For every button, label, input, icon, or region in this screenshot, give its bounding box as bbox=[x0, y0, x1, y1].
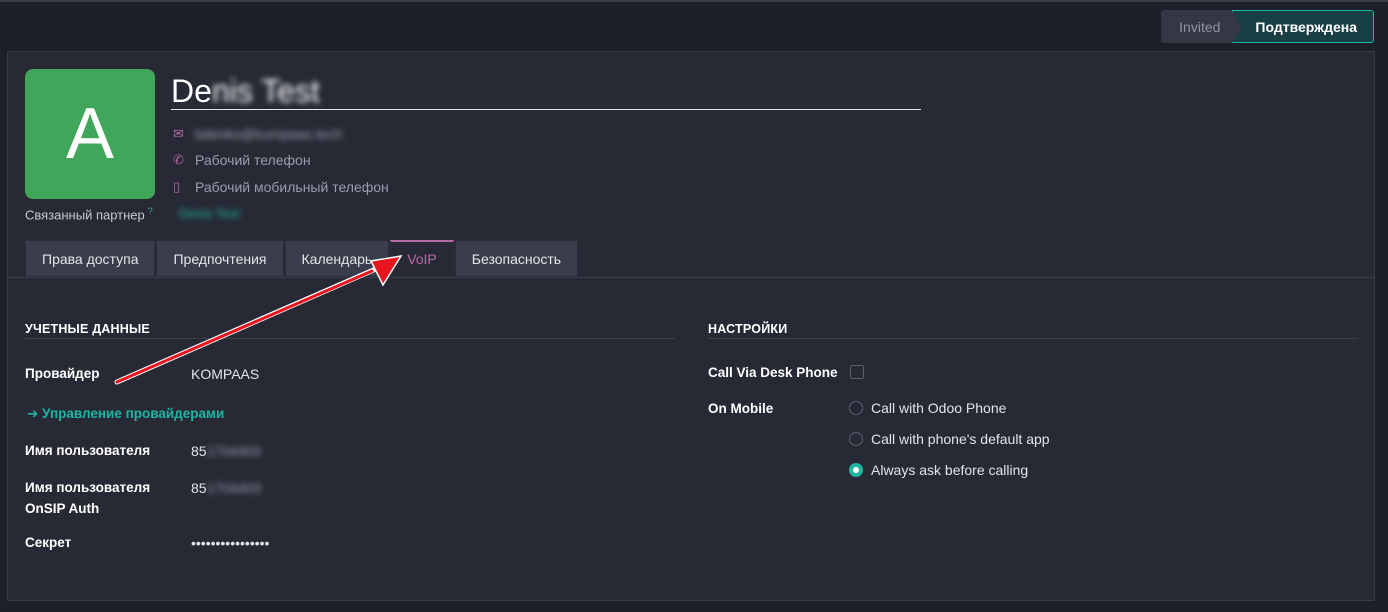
partner-label-text: Связанный партнер bbox=[25, 207, 145, 223]
avatar-letter: A bbox=[65, 94, 115, 174]
envelope-icon: ✉ bbox=[173, 126, 184, 141]
secret-label: Секрет bbox=[25, 535, 72, 550]
tab-bar: Права доступа Предпочтения Календарь VoI… bbox=[25, 240, 579, 277]
settings-divider bbox=[708, 338, 1358, 339]
provider-label: Провайдер bbox=[25, 366, 100, 381]
help-icon[interactable]: ? bbox=[148, 206, 153, 216]
onsip-auth-visible: 85 bbox=[191, 480, 207, 496]
username-field[interactable]: 851704403 bbox=[191, 443, 261, 459]
stage-invited[interactable]: Invited bbox=[1161, 10, 1233, 43]
credentials-title: УЧЕТНЫЕ ДАННЫЕ bbox=[25, 322, 150, 336]
tab-security[interactable]: Безопасность bbox=[454, 240, 579, 277]
name-blurred: nis Test bbox=[211, 73, 320, 109]
tab-access-rights[interactable]: Права доступа bbox=[25, 240, 156, 277]
name-visible: De bbox=[171, 73, 212, 109]
mobile-phone-field[interactable]: Рабочий мобильный телефон bbox=[195, 179, 389, 195]
credentials-divider bbox=[25, 338, 675, 339]
partner-link[interactable]: Denis Test bbox=[179, 206, 239, 221]
phone-icon: ✆ bbox=[173, 152, 184, 167]
radio-button[interactable] bbox=[849, 401, 863, 415]
email-row[interactable]: ✉ bdenko@kompaas.tech bbox=[173, 124, 342, 144]
name-field[interactable]: Denis Test bbox=[171, 72, 921, 110]
username-visible: 85 bbox=[191, 443, 207, 459]
desk-phone-checkbox[interactable] bbox=[850, 365, 864, 379]
tab-preferences[interactable]: Предпочтения bbox=[156, 240, 284, 277]
onsip-auth-label-line2: OnSIP Auth bbox=[25, 501, 100, 516]
radio-button[interactable] bbox=[849, 432, 863, 446]
settings-title: НАСТРОЙКИ bbox=[708, 322, 788, 336]
work-phone-row[interactable]: ✆ Рабочий телефон bbox=[173, 150, 311, 170]
status-bar: Invited Подтверждена bbox=[1161, 10, 1374, 43]
top-border bbox=[0, 0, 1388, 2]
tab-calendar[interactable]: Календарь bbox=[284, 240, 390, 277]
stage-confirmed[interactable]: Подтверждена bbox=[1232, 10, 1374, 43]
avatar[interactable]: A bbox=[25, 69, 155, 199]
on-mobile-label: On Mobile bbox=[708, 401, 774, 416]
onsip-auth-field[interactable]: 851704403 bbox=[191, 480, 261, 496]
radio-label: Always ask before calling bbox=[871, 462, 1029, 478]
onsip-auth-label-line1: Имя пользователя bbox=[25, 480, 151, 495]
radio-label: Call with Odoo Phone bbox=[871, 400, 1007, 416]
radio-always-ask[interactable]: Always ask before calling bbox=[849, 460, 1028, 480]
secret-field[interactable]: •••••••••••••••• bbox=[191, 535, 269, 551]
username-label: Имя пользователя bbox=[25, 443, 151, 458]
partner-label: Связанный партнер? bbox=[25, 206, 153, 222]
mobile-icon: ▯ bbox=[173, 179, 181, 194]
mobile-phone-row[interactable]: ▯ Рабочий мобильный телефон bbox=[173, 177, 389, 197]
tabs-divider bbox=[8, 277, 1374, 278]
desk-phone-label: Call Via Desk Phone bbox=[708, 365, 838, 380]
form-sheet: A Denis Test ✉ bdenko@kompaas.tech ✆ Раб… bbox=[7, 51, 1375, 601]
work-phone-field[interactable]: Рабочий телефон bbox=[195, 152, 311, 168]
radio-label: Call with phone's default app bbox=[871, 431, 1050, 447]
radio-button-selected[interactable] bbox=[849, 463, 863, 477]
manage-providers-link[interactable]: ➔ Управление провайдерами bbox=[27, 406, 224, 422]
radio-odoo-phone[interactable]: Call with Odoo Phone bbox=[849, 398, 1006, 418]
username-blurred: 1704403 bbox=[206, 443, 262, 459]
provider-value[interactable]: KOMPAAS bbox=[191, 366, 259, 382]
radio-default-app[interactable]: Call with phone's default app bbox=[849, 429, 1050, 449]
email-field[interactable]: bdenko@kompaas.tech bbox=[195, 126, 342, 142]
onsip-auth-blurred: 1704403 bbox=[206, 480, 262, 496]
tab-voip[interactable]: VoIP bbox=[390, 240, 454, 277]
onsip-auth-label: Имя пользователя OnSIP Auth bbox=[25, 477, 150, 519]
